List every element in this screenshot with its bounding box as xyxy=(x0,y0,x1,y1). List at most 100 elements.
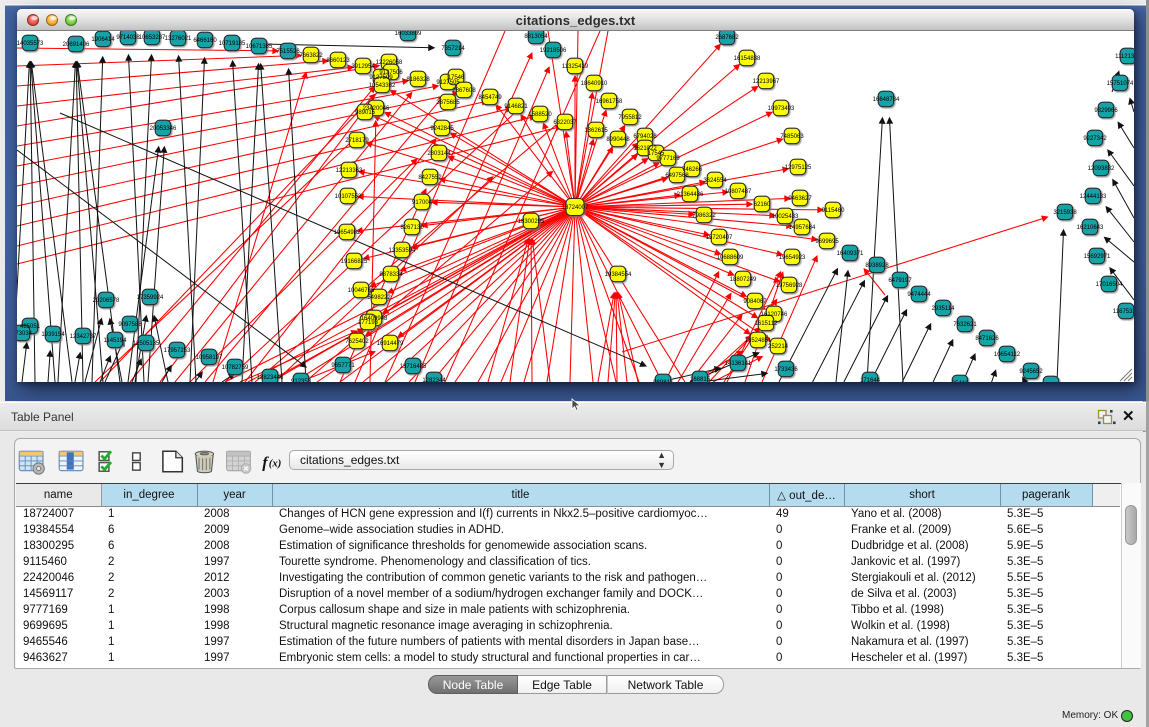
svg-text:(x): (x) xyxy=(269,457,282,469)
svg-text:16409371: 16409371 xyxy=(837,251,864,257)
svg-text:16648784: 16648784 xyxy=(873,97,900,103)
svg-text:19654923: 19654923 xyxy=(779,255,806,261)
svg-text:3624554: 3624554 xyxy=(703,178,727,184)
svg-text:912353: 912353 xyxy=(291,379,312,382)
svg-text:14136141: 14136141 xyxy=(725,361,752,367)
svg-text:10543362: 10543362 xyxy=(369,83,396,89)
svg-text:16961758: 16961758 xyxy=(596,99,623,105)
svg-text:2935114: 2935114 xyxy=(932,306,956,312)
svg-text:20053346: 20053346 xyxy=(150,126,177,132)
svg-text:7357214: 7357214 xyxy=(441,46,465,52)
svg-text:8990448: 8990448 xyxy=(606,137,630,143)
svg-text:13716485: 13716485 xyxy=(400,364,427,370)
svg-text:1615112: 1615112 xyxy=(755,321,779,327)
svg-text:10046766: 10046766 xyxy=(348,288,375,294)
svg-text:485051: 485051 xyxy=(20,324,41,330)
svg-text:13276021: 13276021 xyxy=(165,36,192,42)
svg-text:9329966: 9329966 xyxy=(1094,108,1118,114)
svg-text:9474444: 9474444 xyxy=(907,292,931,298)
svg-text:8938928: 8938928 xyxy=(865,263,889,269)
svg-text:6466160: 6466160 xyxy=(193,38,217,44)
svg-text:10958197: 10958197 xyxy=(196,355,223,361)
svg-text:18724007: 18724007 xyxy=(562,205,589,211)
svg-text:9146821: 9146821 xyxy=(504,104,528,110)
svg-text:9714038: 9714038 xyxy=(116,35,140,41)
svg-text:8660123: 8660123 xyxy=(326,58,350,64)
svg-text:10107552: 10107552 xyxy=(335,194,362,200)
svg-text:18807249: 18807249 xyxy=(730,277,757,283)
svg-text:6322037: 6322037 xyxy=(553,120,577,126)
svg-text:16154838: 16154838 xyxy=(734,56,761,62)
svg-text:12444133: 12444133 xyxy=(1080,194,1107,200)
svg-text:12226058: 12226058 xyxy=(376,60,403,66)
svg-text:7663822: 7663822 xyxy=(299,53,323,59)
svg-text:16120746: 16120746 xyxy=(761,312,788,318)
svg-text:773034: 773034 xyxy=(17,331,33,337)
svg-text:7986322: 7986322 xyxy=(692,213,716,219)
svg-text:10807487: 10807487 xyxy=(725,189,752,195)
svg-text:8454749: 8454749 xyxy=(478,95,502,101)
svg-text:10973493: 10973493 xyxy=(768,106,795,112)
svg-text:9242845: 9242845 xyxy=(430,126,454,132)
svg-text:8813054: 8813054 xyxy=(524,34,548,40)
svg-text:21364436: 21364436 xyxy=(677,192,704,198)
svg-text:3912954: 3912954 xyxy=(351,64,375,70)
svg-text:8878334: 8878334 xyxy=(379,272,403,278)
svg-text:5498222: 5498222 xyxy=(367,295,391,301)
svg-text:12975125: 12975125 xyxy=(785,165,812,171)
svg-text:989811: 989811 xyxy=(653,380,673,382)
svg-text:3875685: 3875685 xyxy=(436,100,460,106)
svg-text:16210643: 16210643 xyxy=(1077,225,1104,231)
svg-text:17546: 17546 xyxy=(448,75,465,81)
svg-text:1145194: 1145194 xyxy=(104,338,128,344)
svg-text:12342737: 12342737 xyxy=(70,334,97,340)
svg-text:15692971: 15692971 xyxy=(1084,254,1111,260)
svg-text:19218506: 19218506 xyxy=(540,48,567,54)
svg-text:177193: 177193 xyxy=(358,320,379,326)
svg-text:11325419: 11325419 xyxy=(562,64,589,70)
svg-text:19756928: 19756928 xyxy=(776,283,803,289)
svg-text:9463627: 9463627 xyxy=(788,196,812,202)
svg-text:989015: 989015 xyxy=(355,110,376,116)
svg-text:18300295: 18300295 xyxy=(518,219,545,225)
svg-text:7485063: 7485063 xyxy=(780,134,804,140)
svg-text:9097588: 9097588 xyxy=(118,322,142,328)
svg-text:12213967: 12213967 xyxy=(753,79,780,85)
svg-text:171644: 171644 xyxy=(860,378,881,382)
svg-text:9227342: 9227342 xyxy=(1083,136,1107,142)
svg-text:17359924: 17359924 xyxy=(137,295,164,301)
svg-text:12213363: 12213363 xyxy=(336,168,363,174)
svg-text:10719185: 10719185 xyxy=(219,41,246,47)
svg-text:16033809: 16033809 xyxy=(395,31,422,37)
svg-text:252214: 252214 xyxy=(768,344,789,350)
svg-text:8471626: 8471626 xyxy=(975,336,999,342)
svg-text:1906414: 1906414 xyxy=(91,37,115,43)
svg-text:12093832: 12093832 xyxy=(1088,166,1115,172)
svg-text:2687682: 2687682 xyxy=(715,35,739,41)
svg-text:20691406: 20691406 xyxy=(63,42,90,48)
svg-text:14035573: 14035573 xyxy=(17,41,44,47)
svg-text:9245652: 9245652 xyxy=(1019,369,1043,375)
svg-text:17016504: 17016504 xyxy=(1096,282,1123,288)
svg-text:8186328: 8186328 xyxy=(406,77,430,83)
svg-text:7632621: 7632621 xyxy=(953,322,977,328)
svg-text:9127509: 9127509 xyxy=(369,75,393,81)
svg-text:17957253: 17957253 xyxy=(164,348,191,354)
svg-text:10653287: 10653287 xyxy=(139,35,166,41)
svg-text:25416: 25416 xyxy=(952,381,969,382)
svg-text:9699695: 9699695 xyxy=(815,239,839,245)
svg-text:19384554: 19384554 xyxy=(605,272,632,278)
svg-text:9084067: 9084067 xyxy=(743,299,767,305)
svg-text:10654112: 10654112 xyxy=(994,352,1021,358)
svg-text:13353594: 13353594 xyxy=(389,248,416,254)
svg-text:3215938: 3215938 xyxy=(1053,210,1077,216)
svg-text:9657771: 9657771 xyxy=(331,363,355,369)
svg-text:1939154: 1939154 xyxy=(41,332,65,338)
svg-text:12505135: 12505135 xyxy=(133,341,160,347)
svg-text:6497568: 6497568 xyxy=(665,173,689,179)
svg-text:7515526: 7515526 xyxy=(276,49,300,55)
svg-text:1588520: 1588520 xyxy=(528,112,552,118)
svg-text:1282344: 1282344 xyxy=(422,378,446,382)
svg-text:19166825: 19166825 xyxy=(341,259,368,265)
svg-text:1362615: 1362615 xyxy=(584,128,608,134)
